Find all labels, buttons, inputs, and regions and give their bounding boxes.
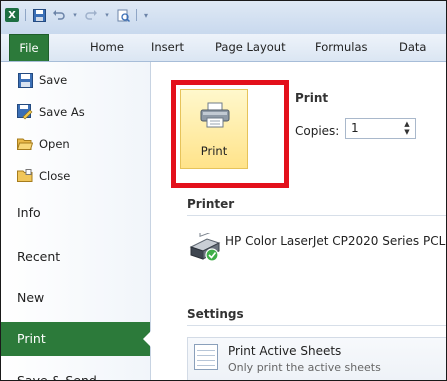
- settings-heading: Settings: [187, 307, 244, 321]
- copies-stepper[interactable]: 1 ▲ ▼: [345, 118, 416, 139]
- excel-logo-icon[interactable]: X: [5, 8, 19, 22]
- open-folder-icon: [17, 136, 33, 152]
- save-icon[interactable]: [32, 8, 46, 22]
- copies-label: Copies:: [295, 124, 340, 138]
- nav-item-save-send[interactable]: Save & Send: [1, 364, 150, 380]
- open-command[interactable]: Open: [17, 134, 70, 154]
- close-label: Close: [39, 169, 71, 183]
- tab-home[interactable]: Home: [90, 34, 124, 61]
- save-icon: [17, 72, 33, 88]
- divider: [187, 325, 446, 326]
- divider: [187, 215, 446, 216]
- tab-file[interactable]: File: [9, 34, 49, 61]
- sheet-icon: [194, 344, 218, 370]
- close-folder-icon: [17, 168, 33, 184]
- printer-selector[interactable]: HP Color LaserJet CP2020 Series PCL6: [187, 229, 447, 273]
- save-command[interactable]: Save: [17, 70, 67, 90]
- tab-insert[interactable]: Insert: [151, 34, 184, 61]
- nav-item-info[interactable]: Info: [1, 196, 150, 230]
- settings-option-subtitle: Only print the active sheets: [228, 361, 381, 374]
- settings-option-title: Print Active Sheets: [228, 344, 342, 358]
- save-label: Save: [39, 73, 68, 87]
- backstage-nav: Save Save As Open Close Info Recent New …: [1, 62, 151, 380]
- nav-item-new[interactable]: New: [1, 281, 150, 315]
- open-label: Open: [39, 137, 70, 151]
- title-bar: X ▾ ▾ ▾: [1, 1, 446, 35]
- redo-icon[interactable]: [84, 8, 98, 22]
- nav-item-recent[interactable]: Recent: [1, 240, 150, 274]
- copies-value: 1: [351, 121, 359, 135]
- close-command[interactable]: Close: [17, 166, 70, 186]
- ribbon-tabs: File Home Insert Page Layout Formulas Da…: [1, 34, 446, 62]
- tab-data[interactable]: Data: [399, 34, 426, 61]
- nav-item-print[interactable]: Print: [1, 322, 151, 356]
- undo-icon[interactable]: [52, 8, 66, 22]
- customize-icon[interactable]: ▾: [143, 8, 149, 22]
- qat-separator: [136, 9, 137, 21]
- print-preview-icon[interactable]: [116, 8, 130, 22]
- redo-dropdown-icon[interactable]: ▾: [104, 8, 110, 22]
- print-panel: Print Print Copies: 1 ▲ ▼ Printer HP Col…: [151, 62, 447, 380]
- spin-buttons[interactable]: ▲ ▼: [402, 121, 412, 136]
- print-active-sheets-dropdown[interactable]: Print Active Sheets Only print the activ…: [187, 337, 446, 380]
- tab-page-layout[interactable]: Page Layout: [215, 34, 286, 61]
- printer-name: HP Color LaserJet CP2020 Series PCL6: [225, 234, 447, 248]
- quick-access-toolbar: X ▾ ▾ ▾: [5, 8, 149, 22]
- spin-down-icon[interactable]: ▼: [404, 129, 409, 136]
- network-printer-icon: [189, 233, 221, 262]
- save-as-command[interactable]: Save As: [17, 102, 85, 122]
- highlight-box: [171, 80, 289, 188]
- printer-heading: Printer: [187, 197, 235, 211]
- undo-dropdown-icon[interactable]: ▾: [72, 8, 78, 22]
- excel-window: X ▾ ▾ ▾ File Home Insert Page Layout For…: [0, 0, 447, 381]
- tab-formulas[interactable]: Formulas: [315, 34, 368, 61]
- save-as-icon: [17, 104, 33, 120]
- print-heading: Print: [295, 91, 329, 105]
- save-as-label: Save As: [39, 105, 85, 119]
- qat-separator: [25, 9, 26, 21]
- spin-up-icon[interactable]: ▲: [404, 121, 409, 128]
